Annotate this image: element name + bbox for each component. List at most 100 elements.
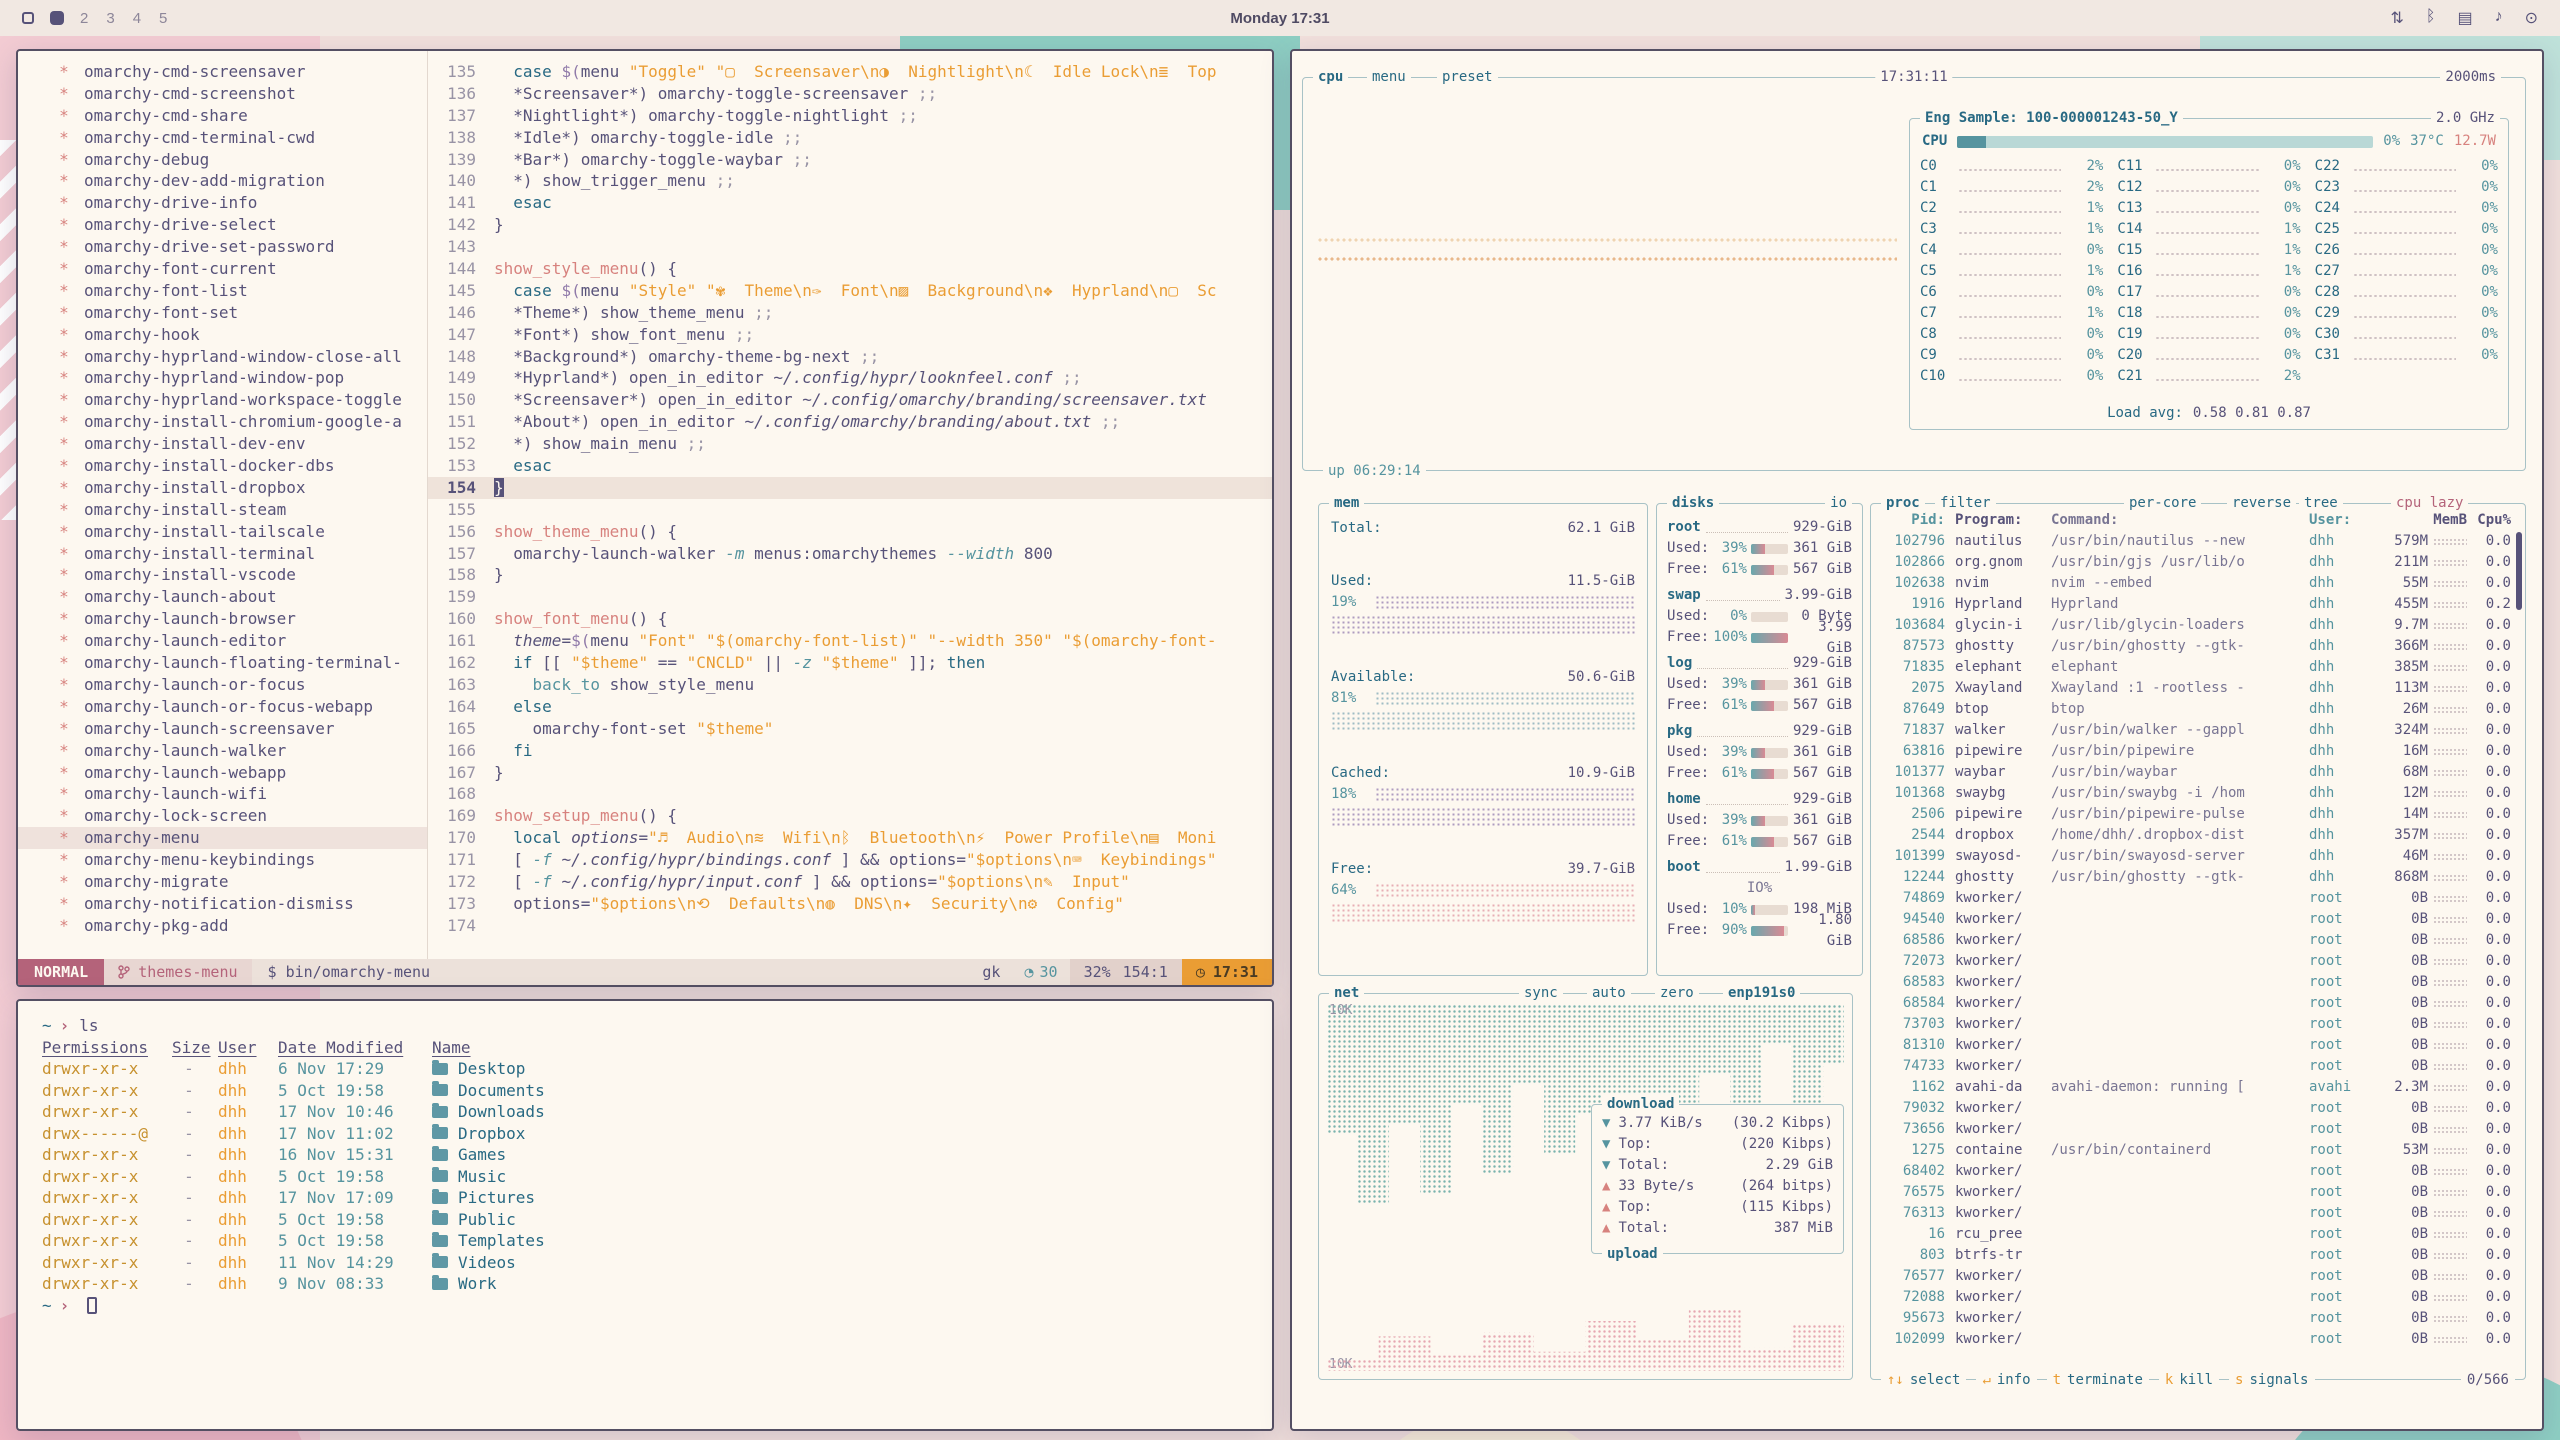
process-row[interactable]: 94540kworker/root0B0.0 [1871, 909, 2521, 930]
process-row[interactable]: 1275containe/usr/bin/containerdroot53M0.… [1871, 1140, 2521, 1161]
header-cpu[interactable]: Cpu% [2467, 510, 2511, 531]
entry-name[interactable]: Games [432, 1144, 1272, 1166]
process-row[interactable]: 2075XwaylandXwayland :1 -rootless -dhh11… [1871, 678, 2521, 699]
file-list-item[interactable]: *omarchy-hook [18, 324, 427, 346]
code-line[interactable]: 142} [428, 214, 1272, 236]
file-list-item[interactable]: *omarchy-launch-wifi [18, 783, 427, 805]
code-line[interactable]: 137 *Nightlight*) omarchy-toggle-nightli… [428, 105, 1272, 127]
entry-name[interactable]: Work [432, 1273, 1272, 1295]
workspace-active-icon[interactable] [50, 11, 64, 25]
code-line[interactable]: 156show_theme_menu() { [428, 521, 1272, 543]
file-list-item[interactable]: *omarchy-launch-or-focus-webapp [18, 696, 427, 718]
file-list-item[interactable]: *omarchy-install-docker-dbs [18, 455, 427, 477]
code-line[interactable]: 167} [428, 762, 1272, 784]
file-list-item[interactable]: *omarchy-launch-or-focus [18, 674, 427, 696]
process-row[interactable]: 71835elephantelephantdhh385M0.0 [1871, 657, 2521, 678]
code-line[interactable]: 162 if [[ "$theme" == "CNCLD" || -z "$th… [428, 652, 1272, 674]
file-list-item[interactable]: *omarchy-notification-dismiss [18, 893, 427, 915]
file-list-item[interactable]: *omarchy-launch-webapp [18, 762, 427, 784]
file-list-item[interactable]: *omarchy-cmd-share [18, 105, 427, 127]
code-line[interactable]: 157 omarchy-launch-walker -m menus:omarc… [428, 543, 1272, 565]
update-interval[interactable]: 2000ms [2440, 67, 2501, 87]
process-row[interactable]: 87573ghostty/usr/bin/ghostty --gtk-dhh36… [1871, 636, 2521, 657]
process-row[interactable]: 103684glycin-i/usr/lib/glycin-loadersdhh… [1871, 615, 2521, 636]
display-icon[interactable]: ▤ [2457, 8, 2472, 28]
entry-name[interactable]: Public [432, 1209, 1272, 1231]
file-list-item[interactable]: *omarchy-hyprland-window-close-all [18, 346, 427, 368]
process-row[interactable]: 76313kworker/root0B0.0 [1871, 1203, 2521, 1224]
volume-icon[interactable]: ♪ [2495, 8, 2503, 28]
bluetooth-icon[interactable]: ᛒ [2426, 8, 2436, 28]
code-line[interactable]: 150 *Screensaver*) open_in_editor ~/.con… [428, 389, 1272, 411]
per-core-button[interactable]: per-core [2124, 493, 2201, 513]
workspace-overview-icon[interactable] [22, 12, 34, 24]
file-list-item[interactable]: *omarchy-drive-select [18, 214, 427, 236]
entry-name[interactable]: Templates [432, 1230, 1272, 1252]
process-row[interactable]: 1162avahi-daavahi-daemon: running [avahi… [1871, 1077, 2521, 1098]
file-list-item[interactable]: *omarchy-drive-info [18, 192, 427, 214]
code-line[interactable]: 146 *Theme*) show_theme_menu ;; [428, 302, 1272, 324]
process-row[interactable]: 1916HyprlandHyprlanddhh455M0.2 [1871, 594, 2521, 615]
footer-action[interactable]: ↵info [1976, 1370, 2036, 1390]
code-line[interactable]: 166 fi [428, 740, 1272, 762]
entry-name[interactable]: Music [432, 1166, 1272, 1188]
preset-button[interactable]: preset [1437, 67, 1498, 87]
sort-selector[interactable]: cpu lazy [2391, 493, 2468, 513]
file-list-item[interactable]: *omarchy-lock-screen [18, 805, 427, 827]
process-row[interactable]: 79032kworker/root0B0.0 [1871, 1098, 2521, 1119]
file-list-item[interactable]: *omarchy-install-terminal [18, 543, 427, 565]
process-row[interactable]: 73656kworker/root0B0.0 [1871, 1119, 2521, 1140]
code-line[interactable]: 171 [ -f ~/.config/hypr/bindings.conf ] … [428, 849, 1272, 871]
net-zero-button[interactable]: zero [1655, 983, 1699, 1003]
code-line[interactable]: 159 [428, 586, 1272, 608]
file-list-item[interactable]: *omarchy-font-set [18, 302, 427, 324]
file-list-item[interactable]: *omarchy-launch-editor [18, 630, 427, 652]
process-row[interactable]: 73703kworker/root0B0.0 [1871, 1014, 2521, 1035]
code-line[interactable]: 173 options="$options\n⟲ Defaults\n◍ DNS… [428, 893, 1272, 915]
terminal-body[interactable]: ~ › ls Permissions Size User Date Modifi… [18, 1001, 1272, 1316]
footer-action[interactable]: ↑↓select [1881, 1370, 1966, 1390]
code-line[interactable]: 151 *About*) open_in_editor ~/.config/om… [428, 411, 1272, 433]
entry-name[interactable]: Dropbox [432, 1123, 1272, 1145]
code-line[interactable]: 154} [428, 477, 1272, 499]
process-row[interactable]: 71837walker/usr/bin/walker --gappldhh324… [1871, 720, 2521, 741]
file-list-item[interactable]: *omarchy-install-chromium-google-a [18, 411, 427, 433]
process-row[interactable]: 74733kworker/root0B0.0 [1871, 1056, 2521, 1077]
code-line[interactable]: 164 else [428, 696, 1272, 718]
process-row[interactable]: 76575kworker/root0B0.0 [1871, 1182, 2521, 1203]
filter-button[interactable]: filter [1935, 493, 1996, 513]
code-line[interactable]: 168 [428, 783, 1272, 805]
entry-name[interactable]: Documents [432, 1080, 1272, 1102]
code-line[interactable]: 144show_style_menu() { [428, 258, 1272, 280]
net-sync-button[interactable]: sync [1519, 983, 1563, 1003]
file-list-item[interactable]: *omarchy-launch-browser [18, 608, 427, 630]
code-line[interactable]: 147 *Font*) show_font_menu ;; [428, 324, 1272, 346]
process-row[interactable]: 72088kworker/root0B0.0 [1871, 1287, 2521, 1308]
file-list[interactable]: *omarchy-cmd-screensaver*omarchy-cmd-scr… [18, 51, 428, 959]
header-user[interactable]: User: [2309, 510, 2367, 531]
process-row[interactable]: 2506pipewire/usr/bin/pipewire-pulsedhh14… [1871, 804, 2521, 825]
code-line[interactable]: 149 *Hyprland*) open_in_editor ~/.config… [428, 367, 1272, 389]
code-line[interactable]: 161 theme=$(menu "Font" "$(omarchy-font-… [428, 630, 1272, 652]
workspace-number[interactable]: 2 [80, 10, 88, 27]
code-line[interactable]: 172 [ -f ~/.config/hypr/input.conf ] && … [428, 871, 1272, 893]
code-line[interactable]: 143 [428, 236, 1272, 258]
code-line[interactable]: 138 *Idle*) omarchy-toggle-idle ;; [428, 127, 1272, 149]
code-line[interactable]: 160show_font_menu() { [428, 608, 1272, 630]
file-list-item[interactable]: *omarchy-install-dropbox [18, 477, 427, 499]
process-row[interactable]: 81310kworker/root0B0.0 [1871, 1035, 2521, 1056]
code-line[interactable]: 174 [428, 915, 1272, 937]
process-row[interactable]: 101399swayosd-/usr/bin/swayosd-serverdhh… [1871, 846, 2521, 867]
process-row[interactable]: 803btrfs-trroot0B0.0 [1871, 1245, 2521, 1266]
footer-action[interactable]: kkill [2159, 1370, 2219, 1390]
code-line[interactable]: 153 esac [428, 455, 1272, 477]
process-row[interactable]: 101377waybar/usr/bin/waybardhh68M0.0 [1871, 762, 2521, 783]
file-list-item[interactable]: *omarchy-font-current [18, 258, 427, 280]
process-row[interactable]: 68584kworker/root0B0.0 [1871, 993, 2521, 1014]
file-list-item[interactable]: *omarchy-cmd-screenshot [18, 83, 427, 105]
file-list-item[interactable]: *omarchy-menu [18, 827, 427, 849]
process-row[interactable]: 68586kworker/root0B0.0 [1871, 930, 2521, 951]
tree-button[interactable]: tree [2299, 493, 2343, 513]
menu-button[interactable]: menu [1367, 67, 1411, 87]
code-line[interactable]: 170 local options="♬ Audio\n≋ Wifi\nᛒ Bl… [428, 827, 1272, 849]
